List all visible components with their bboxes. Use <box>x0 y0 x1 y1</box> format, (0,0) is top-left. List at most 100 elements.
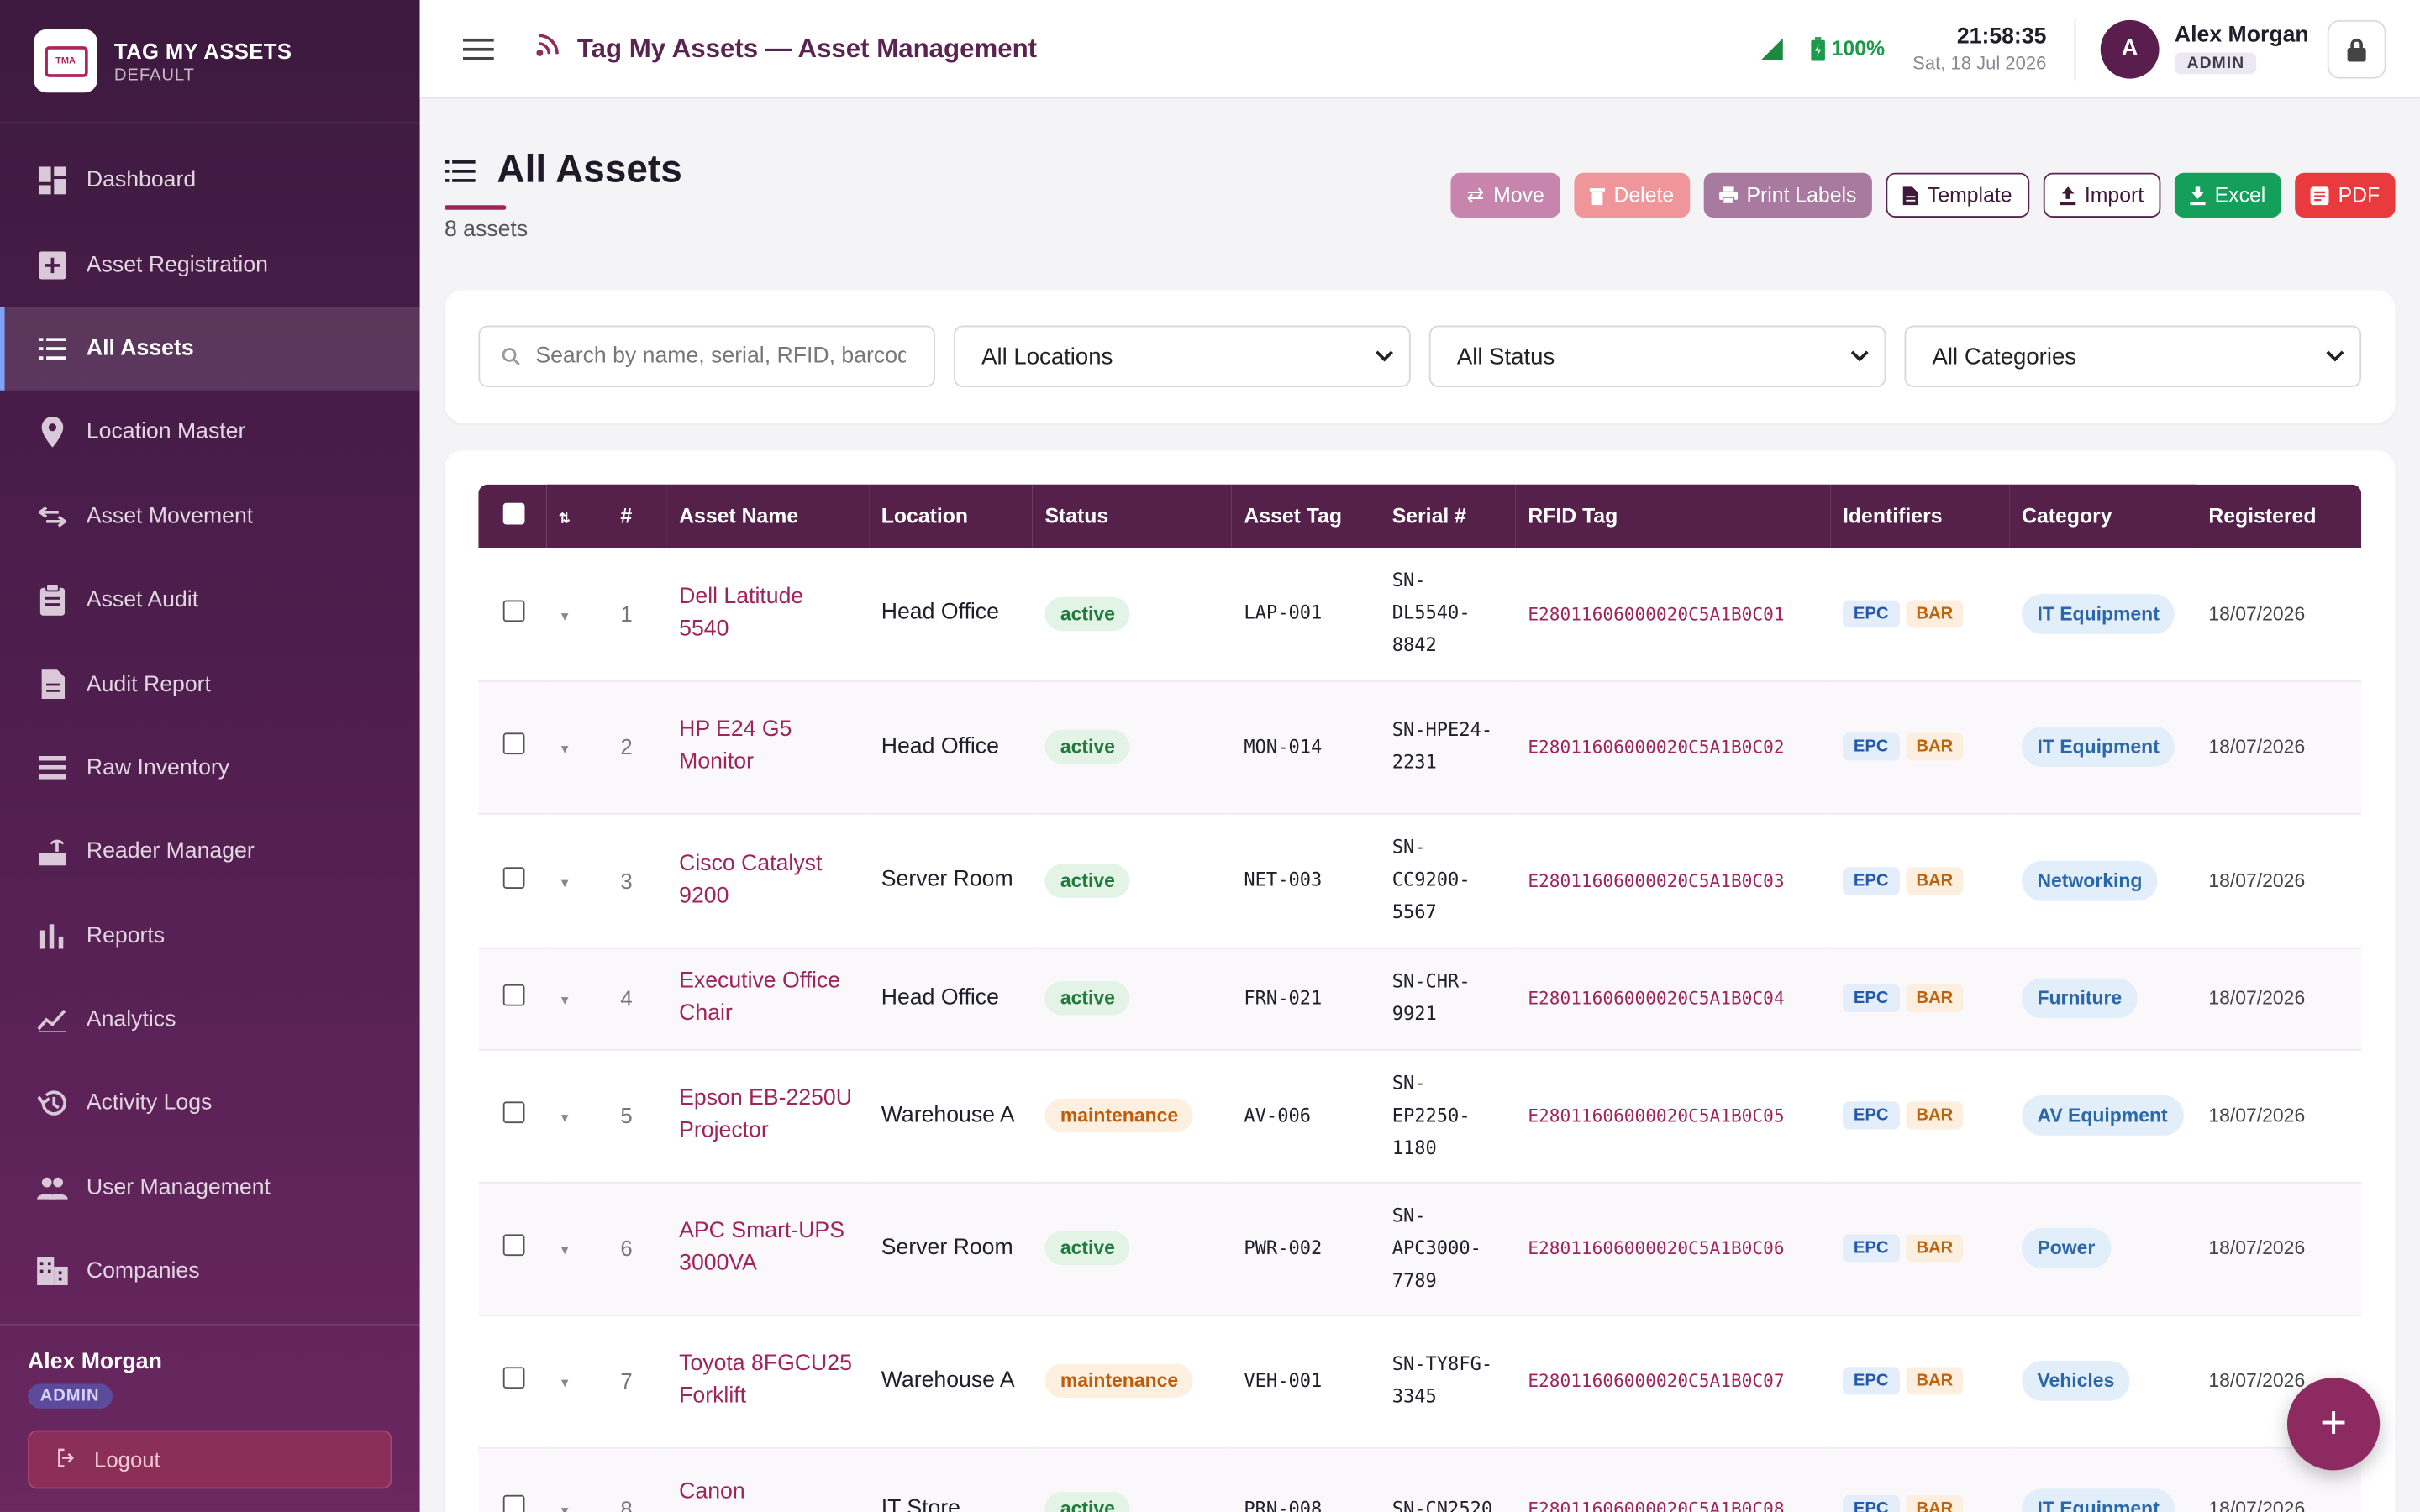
sidebar-item-label: Activity Logs <box>86 1091 213 1116</box>
row-status-cell: active <box>1033 680 1232 813</box>
trend-line-icon <box>37 1005 68 1036</box>
sidebar-item-all-assets[interactable]: All Assets <box>0 307 420 391</box>
expand-caret-icon[interactable]: ▼ <box>559 1376 571 1390</box>
asset-name-link[interactable]: Toyota 8FGCU25 Forklift <box>679 1352 852 1409</box>
asset-name-link[interactable]: Canon imageRUNNER <box>679 1479 835 1512</box>
table-row[interactable]: ▼ 7 Toyota 8FGCU25 Forklift Warehouse A main… <box>478 1315 2362 1447</box>
row-select-cell <box>478 1182 546 1315</box>
sidebar-item-analytics[interactable]: Analytics <box>0 978 420 1062</box>
sidebar-item-reports[interactable]: Reports <box>0 894 420 978</box>
menu-toggle-icon[interactable] <box>463 37 494 60</box>
table-row[interactable]: ▼ 2 HP E24 G5 Monitor Head Office active MON-… <box>478 680 2362 813</box>
location-filter-value: All Locations <box>981 343 1113 370</box>
header-asset-tag[interactable]: Asset Tag <box>1232 485 1380 548</box>
table-row[interactable]: ▼ 1 Dell Latitude 5540 Head Office active LAP… <box>478 548 2362 680</box>
row-checkbox[interactable] <box>502 1234 525 1257</box>
row-select-cell <box>478 1049 546 1182</box>
expand-caret-icon[interactable]: ▼ <box>559 994 571 1008</box>
expand-caret-icon[interactable]: ▼ <box>559 1110 571 1125</box>
status-badge: active <box>1044 1231 1131 1266</box>
row-checkbox[interactable] <box>502 600 525 622</box>
asset-name-link[interactable]: Epson EB-2250U Projector <box>679 1086 852 1143</box>
row-asset-name-cell: APC Smart-UPS 3000VA <box>666 1182 869 1315</box>
print-labels-button[interactable]: Print Labels <box>1703 172 1872 218</box>
sidebar-item-label: Raw Inventory <box>86 755 230 781</box>
sidebar-item-location-master[interactable]: Location Master <box>0 391 420 475</box>
asset-name-link[interactable]: APC Smart-UPS 3000VA <box>679 1219 844 1276</box>
row-identifiers-cell: EPC BAR <box>1830 680 2009 813</box>
sidebar-user-panel: Alex Morgan ADMIN Logout <box>0 1323 420 1512</box>
expand-caret-icon[interactable]: ▼ <box>559 742 571 756</box>
table-row[interactable]: ▼ 4 Executive Office Chair Head Office activ… <box>478 947 2362 1049</box>
template-label: Template <box>1927 183 2012 207</box>
row-asset-tag: LAP-001 <box>1244 601 1323 624</box>
trash-icon <box>1589 187 1605 205</box>
row-checkbox[interactable] <box>502 1367 525 1389</box>
header-status[interactable]: Status <box>1033 485 1232 548</box>
table-row[interactable]: ▼ 6 APC Smart-UPS 3000VA Server Room active P… <box>478 1181 2362 1315</box>
row-checkbox[interactable] <box>502 1494 525 1512</box>
expand-caret-icon[interactable]: ▼ <box>559 1243 571 1257</box>
add-asset-fab[interactable]: + <box>2286 1378 2381 1471</box>
excel-export-button[interactable]: Excel <box>2174 172 2281 218</box>
row-location: Head Office <box>881 733 999 759</box>
location-filter-select[interactable]: All Locations <box>954 325 1411 388</box>
header-category[interactable]: Category <box>2009 485 2196 548</box>
sidebar-item-raw-inventory[interactable]: Raw Inventory <box>0 727 420 811</box>
move-button[interactable]: ⇄ Move <box>1451 172 1560 218</box>
assets-table-card: ⇅ # Asset Name Location Status Asset Tag… <box>444 450 2396 1512</box>
asset-name-link[interactable]: Executive Office Chair <box>679 969 840 1026</box>
table-row[interactable]: ▼ 8 Canon imageRUNNER IT Store active PRN-008… <box>478 1446 2362 1512</box>
select-all-checkbox[interactable] <box>502 502 525 525</box>
table-row[interactable]: ▼ 3 Cisco Catalyst 9200 Server Room active NE… <box>478 813 2362 948</box>
row-checkbox[interactable] <box>502 984 525 1006</box>
map-pin-icon <box>37 417 68 449</box>
status-filter-select[interactable]: All Status <box>1428 325 1886 388</box>
header-asset-name[interactable]: Asset Name <box>666 485 869 548</box>
asset-name-link[interactable]: Dell Latitude 5540 <box>679 585 803 642</box>
sidebar-item-companies[interactable]: Companies <box>0 1230 420 1314</box>
pdf-export-button[interactable]: PDF <box>2295 172 2396 218</box>
header-serial[interactable]: Serial # <box>1380 485 1516 548</box>
sidebar-item-audit-report[interactable]: Audit Report <box>0 643 420 727</box>
expand-caret-icon[interactable]: ▼ <box>559 875 571 890</box>
row-serial: SN-HPE24-2231 <box>1392 718 1493 774</box>
delete-button[interactable]: Delete <box>1573 172 1690 218</box>
sidebar-item-dashboard[interactable]: Dashboard <box>0 139 420 223</box>
sidebar-item-reader-manager[interactable]: Reader Manager <box>0 810 420 894</box>
header-registered[interactable]: Registered <box>2196 485 2362 548</box>
row-checkbox[interactable] <box>502 732 525 755</box>
table-row[interactable]: ▼ 5 Epson EB-2250U Projector Warehouse A mai… <box>478 1049 2362 1182</box>
search-input[interactable] <box>535 344 907 369</box>
asset-name-link[interactable]: Cisco Catalyst 9200 <box>679 851 822 908</box>
sidebar-item-asset-registration[interactable]: Asset Registration <box>0 223 420 307</box>
brand-logo[interactable]: TMA <box>34 29 97 93</box>
row-checkbox[interactable] <box>502 1101 525 1124</box>
expand-caret-icon[interactable]: ▼ <box>559 1504 571 1512</box>
row-checkbox[interactable] <box>502 866 525 889</box>
import-button[interactable]: Import <box>2043 172 2161 218</box>
avatar[interactable]: A <box>2100 18 2160 78</box>
expand-caret-icon[interactable]: ▼ <box>559 609 571 623</box>
sidebar-item-asset-audit[interactable]: Asset Audit <box>0 559 420 643</box>
header-location[interactable]: Location <box>869 485 1033 548</box>
search-icon <box>502 348 520 365</box>
row-identifiers-cell: EPC BAR <box>1830 813 2009 948</box>
header-number[interactable]: # <box>608 485 667 548</box>
row-registered-date: 18/07/2026 <box>2208 736 2306 758</box>
header-rfid-tag[interactable]: RFID Tag <box>1516 485 1831 548</box>
asset-name-link[interactable]: HP E24 G5 Monitor <box>679 717 792 774</box>
header-identifiers[interactable]: Identifiers <box>1830 485 2009 548</box>
lock-button[interactable] <box>2327 18 2386 78</box>
sidebar-item-activity-logs[interactable]: Activity Logs <box>0 1062 420 1146</box>
row-asset-tag: MON-014 <box>1244 735 1323 757</box>
logout-button[interactable]: Logout <box>28 1430 392 1489</box>
brand-title: TAG MY ASSETS <box>113 37 292 63</box>
sidebar-item-label: Reports <box>86 923 166 949</box>
sidebar-item-asset-movement[interactable]: Asset Movement <box>0 475 420 559</box>
category-filter-select[interactable]: All Categories <box>1904 325 2362 388</box>
sidebar-item-user-management[interactable]: User Management <box>0 1146 420 1230</box>
template-button[interactable]: Template <box>1886 172 2029 218</box>
category-badge: AV Equipment <box>2022 1095 2184 1136</box>
sort-column[interactable]: ⇅ <box>546 485 608 548</box>
